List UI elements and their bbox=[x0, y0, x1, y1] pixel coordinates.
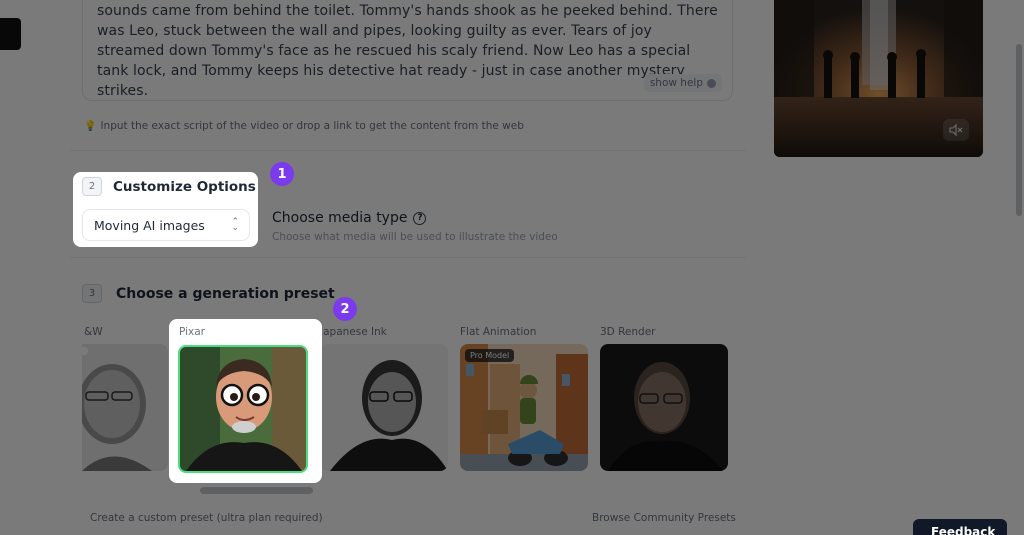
hint-text: Input the exact script of the video or d… bbox=[100, 120, 524, 132]
tour-step-marker-2: 2 bbox=[333, 297, 357, 321]
preset-label: Flat Animation bbox=[460, 326, 537, 338]
presets-scrollbar[interactable] bbox=[200, 487, 313, 494]
pro-model-badge: Pro Model bbox=[465, 349, 515, 362]
media-type-section: Choose media type ? Choose what media wi… bbox=[272, 210, 558, 243]
media-type-subtitle: Choose what media will be used to illust… bbox=[272, 231, 558, 243]
preset-japanese-ink-image bbox=[320, 344, 448, 471]
pixar-preset-highlight[interactable]: Pixar bbox=[169, 319, 322, 483]
feedback-button[interactable]: Feedback bbox=[913, 519, 1007, 535]
script-textarea[interactable]: sounds came from behind the toilet. Tomm… bbox=[82, 0, 733, 101]
media-type-select-value: Moving AI images bbox=[94, 217, 205, 233]
preset-3d-render[interactable]: 3D Render bbox=[600, 326, 728, 471]
preset-label: Pixar bbox=[179, 326, 205, 338]
preset-label: &W bbox=[84, 326, 103, 338]
preset-japanese-ink[interactable]: Japanese Ink bbox=[320, 326, 448, 471]
preset-bw-image bbox=[82, 344, 168, 471]
show-help-label: show help bbox=[649, 77, 703, 89]
media-type-select[interactable]: Moving AI images ⌃ ⌄ bbox=[82, 209, 250, 241]
section-divider bbox=[70, 150, 746, 151]
step3-header: 3 Choose a generation preset bbox=[82, 284, 335, 303]
media-type-title-text: Choose media type bbox=[272, 210, 408, 226]
question-icon[interactable]: ? bbox=[413, 211, 427, 225]
preset-label: 3D Render bbox=[600, 326, 656, 338]
step2-header: 2 Customize Options bbox=[82, 177, 256, 196]
volume-muted-icon bbox=[949, 124, 963, 136]
show-help-button[interactable]: show help bbox=[643, 74, 722, 92]
step3-title: Choose a generation preset bbox=[116, 285, 335, 302]
media-type-title: Choose media type ? bbox=[272, 210, 558, 226]
mute-button[interactable] bbox=[943, 119, 969, 141]
customize-options-highlight: 2 Customize Options Moving AI images ⌃ ⌄ bbox=[73, 172, 258, 247]
preset-flat-animation-image: Pro Model bbox=[460, 344, 588, 471]
preset-pixar-image[interactable] bbox=[178, 345, 308, 473]
page: sounds came from behind the toilet. Tomm… bbox=[0, 0, 1024, 535]
page-scrollbar[interactable] bbox=[1016, 44, 1022, 216]
step2-title: Customize Options bbox=[113, 178, 256, 195]
chevron-up-down-icon: ⌃ ⌄ bbox=[231, 217, 239, 233]
video-preview[interactable] bbox=[774, 0, 983, 157]
section-divider bbox=[70, 257, 746, 258]
browse-community-presets-link[interactable]: Browse Community Presets bbox=[592, 512, 736, 524]
sidebar-toggle[interactable] bbox=[0, 18, 21, 50]
create-custom-preset-link[interactable]: Create a custom preset (ultra plan requi… bbox=[90, 512, 323, 524]
step-number-badge: 3 bbox=[82, 284, 102, 303]
step-number-badge: 2 bbox=[82, 177, 102, 196]
help-icon bbox=[707, 78, 716, 88]
preset-3d-render-image bbox=[600, 344, 728, 471]
preset-label: Japanese Ink bbox=[320, 326, 387, 338]
script-hint: 💡 Input the exact script of the video or… bbox=[84, 120, 524, 132]
lightbulb-icon: 💡 bbox=[84, 120, 97, 132]
script-text: sounds came from behind the toilet. Tomm… bbox=[97, 3, 718, 99]
preset-flat-animation[interactable]: Flat Animation Pro Model bbox=[460, 326, 588, 471]
preset-bw[interactable]: &W bbox=[82, 326, 168, 471]
tour-step-marker-1: 1 bbox=[270, 162, 294, 186]
